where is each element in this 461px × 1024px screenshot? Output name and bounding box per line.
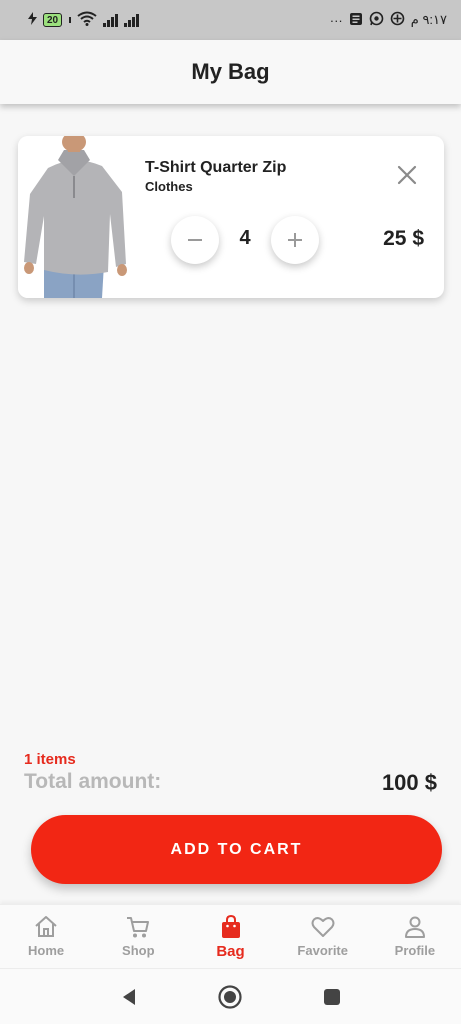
nav-item-favorite[interactable]: Favorite xyxy=(277,905,369,968)
status-time: ٩:١٧ م xyxy=(410,12,447,27)
decrease-quantity-button[interactable] xyxy=(171,216,219,264)
system-back-button[interactable] xyxy=(116,983,144,1011)
news-icon xyxy=(349,12,363,29)
nav-label-favorite: Favorite xyxy=(297,943,348,958)
heart-icon xyxy=(311,917,335,937)
nav-label-bag: Bag xyxy=(216,943,245,960)
location-icon xyxy=(390,11,405,29)
system-recents-button[interactable] xyxy=(318,983,346,1011)
app-bar: My Bag xyxy=(0,40,461,104)
home-icon xyxy=(35,916,57,937)
product-price: 25 $ xyxy=(383,227,424,250)
page-title: My Bag xyxy=(191,59,270,84)
bag-icon xyxy=(221,914,240,938)
wifi-icon xyxy=(77,11,97,29)
cart-icon xyxy=(127,917,150,938)
signal-icon xyxy=(103,13,119,27)
product-name: T-Shirt Quarter Zip xyxy=(145,159,287,176)
nav-item-home[interactable]: Home xyxy=(0,905,92,968)
plus-icon xyxy=(288,233,302,247)
cart-item-card[interactable]: T-Shirt Quarter Zip Clothes 4 25 $ xyxy=(18,136,444,298)
profile-icon xyxy=(404,916,425,938)
total-amount-label: Total amount: xyxy=(24,770,162,793)
product-category: Clothes xyxy=(145,179,193,194)
quantity-value: 4 xyxy=(239,227,251,249)
nav-item-shop[interactable]: Shop xyxy=(92,905,184,968)
add-to-cart-button[interactable]: ADD TO CART xyxy=(31,815,442,884)
charging-icon xyxy=(28,12,37,28)
remove-item-button[interactable] xyxy=(394,162,420,188)
increase-quantity-button[interactable] xyxy=(271,216,319,264)
nav-label-profile: Profile xyxy=(394,943,436,958)
total-amount-value: 100 $ xyxy=(381,770,437,795)
bottom-nav: Home Shop Bag Favorite Profile xyxy=(0,904,461,968)
battery-icon: 20 xyxy=(43,13,63,27)
product-image xyxy=(18,136,128,298)
battery-level: 20 xyxy=(47,14,59,26)
home-circle-icon xyxy=(218,985,242,1009)
system-home-button[interactable] xyxy=(216,983,244,1011)
back-triangle-icon xyxy=(123,989,135,1005)
status-left: 20 xyxy=(28,11,140,29)
signal-icon-2 xyxy=(124,13,140,27)
close-icon xyxy=(397,165,417,185)
nav-item-profile[interactable]: Profile xyxy=(369,905,461,968)
nav-label-shop: Shop xyxy=(122,943,155,958)
more-notifications-icon: ··· xyxy=(329,12,343,28)
status-bar: 20 ··· ٩:١٧ م xyxy=(0,0,461,40)
battery-tip xyxy=(69,17,72,23)
recents-square-icon xyxy=(324,989,340,1005)
nav-item-bag[interactable]: Bag xyxy=(184,905,276,968)
items-count: 1 items xyxy=(24,751,76,768)
whatsapp-icon xyxy=(369,11,384,29)
minus-icon xyxy=(188,239,202,241)
status-right: ··· ٩:١٧ م xyxy=(330,11,447,29)
nav-label-home: Home xyxy=(28,943,65,958)
system-nav-bar xyxy=(0,968,461,1024)
